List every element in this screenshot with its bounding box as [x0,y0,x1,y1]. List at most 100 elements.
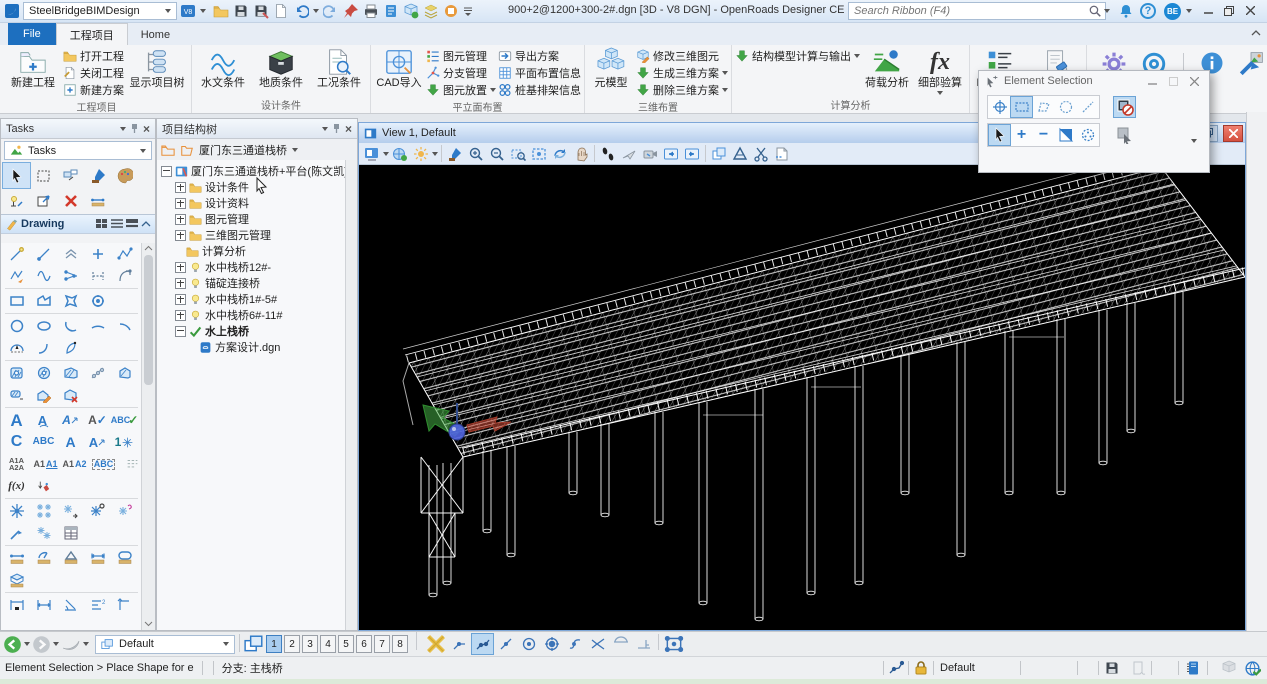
drawing-tools-row[interactable] [1,384,142,406]
view-group-selector[interactable]: Default [95,635,235,654]
drawing-tool-icon[interactable] [30,336,57,361]
chevron-down-icon[interactable] [432,152,438,156]
print-icon[interactable] [363,3,379,19]
snap-perpendicular-icon[interactable] [633,634,654,654]
chevron-down-icon[interactable] [200,9,206,13]
point-table-tool[interactable] [57,521,84,546]
dimension-ordinate-icon[interactable]: 2 [84,593,111,618]
snap-multi-point-icon[interactable] [663,634,684,654]
ribbon-collapse-button[interactable] [1251,29,1261,37]
drawing-tool-icon[interactable] [111,361,138,386]
clip-volume-icon[interactable] [730,145,750,163]
add-selection-icon[interactable]: + [1011,125,1032,145]
levels-icon[interactable] [423,3,439,19]
ribbon-search[interactable] [848,2,1106,20]
forward-view-icon[interactable] [32,635,51,654]
open-file-icon[interactable] [213,3,229,19]
drawing-tools-row[interactable] [1,337,142,359]
back-view-icon[interactable] [3,635,22,654]
notifications-bell-icon[interactable] [1118,3,1134,19]
tree-node[interactable]: 设计资料 [161,195,346,211]
drawing-tool-icon[interactable] [111,264,138,289]
measure-distance-tool[interactable] [84,188,111,213]
expand-all-icon[interactable] [180,143,194,157]
active-level-indicator[interactable]: Default [934,662,1020,674]
snap-nearest-icon[interactable] [449,634,470,654]
expand-node-icon[interactable] [175,294,186,305]
invert-selection-icon[interactable] [1055,125,1076,145]
measure-tools-row[interactable] [1,547,142,569]
clear-selection-icon[interactable] [1077,125,1098,145]
scrollbar-thumb[interactable] [144,255,153,385]
v8-badge-icon[interactable]: V8 [180,3,197,19]
tag-copy-tool[interactable]: A1A2 [61,452,88,477]
dimension-corner-icon[interactable] [111,593,138,618]
search-icon[interactable] [1088,4,1102,18]
meta-model-button[interactable]: 元模型 [588,45,634,90]
chevron-down-icon[interactable] [322,127,328,131]
search-options-chevron-icon[interactable] [1104,9,1110,13]
dialog-close-icon[interactable] [1186,77,1202,86]
snap-bisector-icon[interactable] [564,634,585,654]
expand-node-icon[interactable] [175,230,186,241]
scroll-up-icon[interactable] [144,245,153,252]
tasks-scrollbar[interactable] [141,243,155,630]
point-between-tool[interactable] [111,499,138,524]
undo-icon[interactable] [293,3,309,19]
view-next-icon[interactable] [682,145,702,163]
drawing-tool-icon[interactable] [57,264,84,289]
design-history-icon[interactable] [1130,660,1146,676]
shape-select-tool[interactable] [57,163,84,188]
snap-center-icon[interactable] [518,634,539,654]
dialog-expand-chevron-icon[interactable] [1191,139,1197,143]
drawing-tools-row[interactable] [1,243,142,265]
drawing-tool-icon[interactable] [84,314,111,339]
tree-node[interactable]: 计算分析 [161,243,346,259]
collapse-all-icon[interactable] [161,143,175,157]
account-chevron-icon[interactable] [1186,9,1192,13]
tree-node[interactable]: 水中栈桥6#-11# [161,307,346,323]
measure-length-icon[interactable] [84,546,111,571]
rotate-view-icon[interactable] [550,145,570,163]
copy-view-icon[interactable] [709,145,729,163]
new-project-button[interactable]: 新建工程 [5,45,61,90]
measure-volume-icon[interactable] [3,568,30,593]
tree-node[interactable]: 水中栈桥12#- [161,259,346,275]
snap-origin-icon[interactable] [541,634,562,654]
view-toggle-4[interactable]: 4 [320,635,336,653]
load-analysis-button[interactable]: 荷载分析 [862,45,912,90]
expand-node-icon[interactable] [175,310,186,321]
subtract-selection-icon[interactable]: − [1033,125,1054,145]
dialog-maximize-icon[interactable] [1165,77,1181,86]
references-icon[interactable] [443,3,459,19]
dialog-minimize-icon[interactable] [1144,77,1160,86]
element-manage-button[interactable]: 图元管理 [426,48,496,64]
snap-intersection-icon[interactable] [587,634,608,654]
point-tools-row[interactable] [1,522,142,544]
dimension-angular-icon[interactable] [57,593,84,618]
new-selection-icon[interactable] [989,125,1010,145]
line-select-icon[interactable] [1077,97,1098,117]
export-scheme-button[interactable]: 导出方案 [498,48,581,64]
markups-notebook-icon[interactable] [1185,660,1201,676]
text-tools-row[interactable]: f(x) [1,475,142,497]
accusnap-toggle-icon[interactable] [425,634,447,654]
chevron-down-icon[interactable] [292,148,298,152]
view-display-style-icon[interactable] [362,145,382,163]
generate-3d-scheme-button[interactable]: 生成三维方案 [636,65,728,81]
chevron-down-icon[interactable] [83,642,89,646]
view-adjust-icon[interactable] [390,145,410,163]
workflow-selector[interactable]: SteelBridgeBIMDesign [23,2,177,20]
view-toggle-5[interactable]: 5 [338,635,354,653]
walk-icon[interactable] [598,145,618,163]
drawing-tools-row[interactable] [1,290,142,312]
element-place-button[interactable]: 图元放置 [426,82,496,98]
navigate-view-icon[interactable] [640,145,660,163]
working-conditions-button[interactable]: 工况条件 [311,45,367,90]
pile-bent-info-button[interactable]: 桩基排架信息 [498,82,581,98]
connection-globe-icon[interactable] [1244,660,1261,677]
plan-layout-info-button[interactable]: 平面布置信息 [498,65,581,81]
export-selection-icon[interactable] [1238,51,1264,77]
pan-view-icon[interactable] [571,145,591,163]
element-info-tool[interactable] [3,188,30,213]
